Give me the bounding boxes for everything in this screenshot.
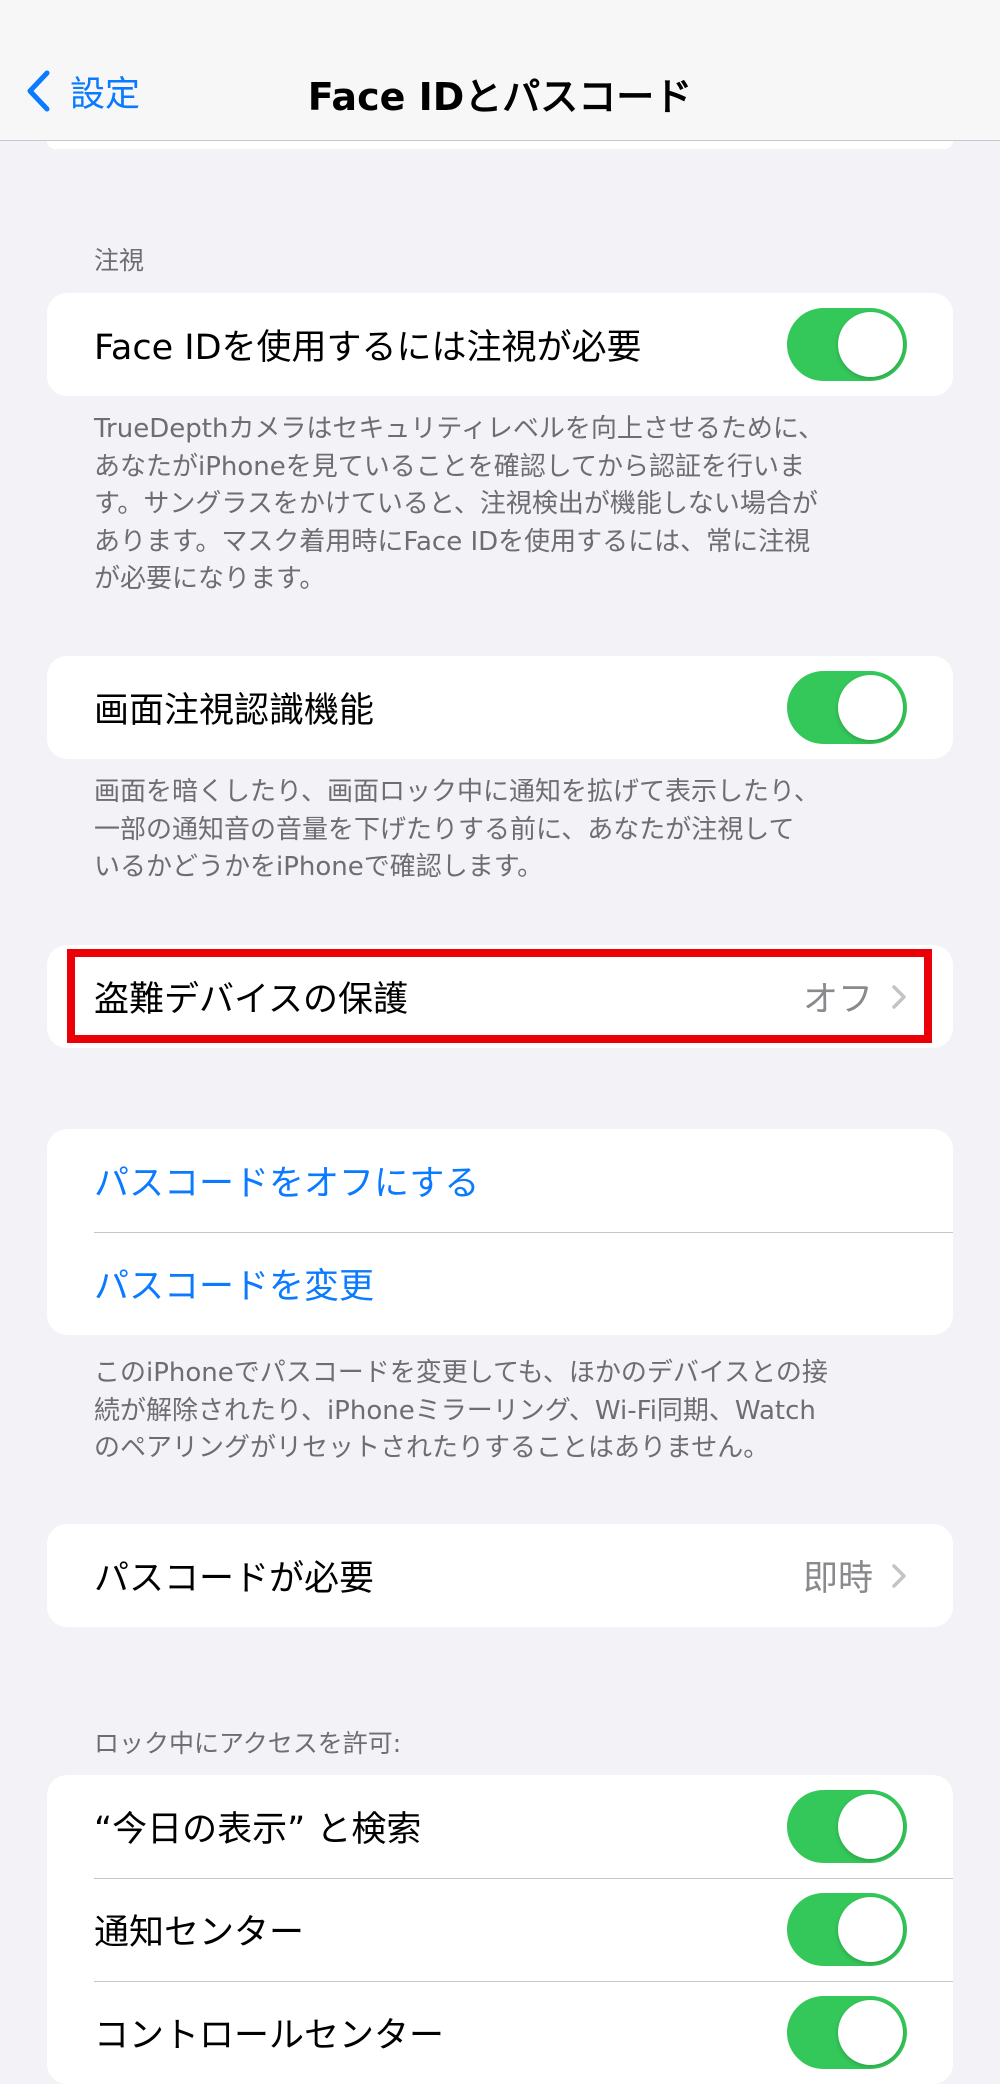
lock-access-row-today-search: “今日の表示” と検索	[47, 1775, 953, 1878]
turn-off-passcode-row[interactable]: パスコードをオフにする	[47, 1129, 953, 1232]
previous-card-edge	[47, 141, 953, 149]
attention-aware-label: 画面注視認識機能	[94, 691, 375, 731]
lock-access-card: “今日の表示” と検索 通知センター コントロールセンター	[47, 1775, 953, 2084]
attention-card: Face IDを使用するには注視が必要	[47, 293, 953, 396]
page-title: Face IDとパスコード	[307, 75, 693, 119]
control-center-label: コントロールセンター	[94, 2016, 445, 2056]
stolen-device-row[interactable]: 盗難デバイスの保護 オフ	[47, 945, 953, 1048]
require-attention-toggle[interactable]	[787, 308, 907, 381]
toggle-knob	[838, 675, 903, 740]
section-header-attention: 注視	[94, 246, 145, 275]
stolen-device-card: 盗難デバイスの保護 オフ	[47, 945, 953, 1048]
require-attention-row: Face IDを使用するには注視が必要	[47, 293, 953, 396]
change-passcode-row[interactable]: パスコードを変更	[47, 1232, 953, 1335]
today-search-toggle[interactable]	[787, 1790, 907, 1863]
passcode-footer: このiPhoneでパスコードを変更しても、ほかのデバイスとの接 続が解除されたり…	[94, 1358, 828, 1463]
attention-footer: TrueDepthカメラはセキュリティレベルを向上させるために、 あなたがiPh…	[94, 414, 825, 594]
passcode-card: パスコードをオフにする パスコードを変更	[47, 1129, 953, 1335]
attention-aware-toggle[interactable]	[787, 671, 907, 744]
stolen-device-value: オフ	[802, 980, 873, 1020]
lock-access-row-control-center: コントロールセンター	[47, 1981, 953, 2084]
change-passcode-label: パスコードを変更	[94, 1267, 375, 1307]
control-center-toggle[interactable]	[787, 1996, 907, 2069]
chevron-right-icon	[892, 984, 906, 1009]
attention-aware-footer: 画面を暗くしたり、画面ロック中に通知を拡げて表示したり、 一部の通知音の音量を下…	[94, 777, 820, 882]
navigation-bar: 設定 Face IDとパスコード	[0, 0, 1000, 141]
turn-off-passcode-label: パスコードをオフにする	[94, 1164, 480, 1204]
today-search-label: “今日の表示” と検索	[94, 1810, 422, 1850]
attention-aware-card: 画面注視認識機能	[47, 656, 953, 759]
require-passcode-card: パスコードが必要 即時	[47, 1524, 953, 1627]
require-attention-label: Face IDを使用するには注視が必要	[94, 328, 642, 368]
chevron-right-icon	[892, 1563, 906, 1588]
notification-center-label: 通知センター	[94, 1913, 305, 1953]
stolen-device-label: 盗難デバイスの保護	[94, 980, 408, 1020]
section-header-lock-access: ロック中にアクセスを許可:	[94, 1729, 402, 1758]
lock-access-row-notification-center: 通知センター	[47, 1878, 953, 1981]
toggle-knob	[838, 2000, 903, 2065]
require-passcode-label: パスコードが必要	[94, 1559, 375, 1599]
notification-center-toggle[interactable]	[787, 1893, 907, 1966]
toggle-knob	[838, 1794, 903, 1859]
toggle-knob	[838, 1897, 903, 1962]
require-passcode-row[interactable]: パスコードが必要 即時	[47, 1524, 953, 1627]
toggle-knob	[838, 312, 903, 377]
attention-aware-row: 画面注視認識機能	[47, 656, 953, 759]
require-passcode-value: 即時	[802, 1559, 873, 1599]
